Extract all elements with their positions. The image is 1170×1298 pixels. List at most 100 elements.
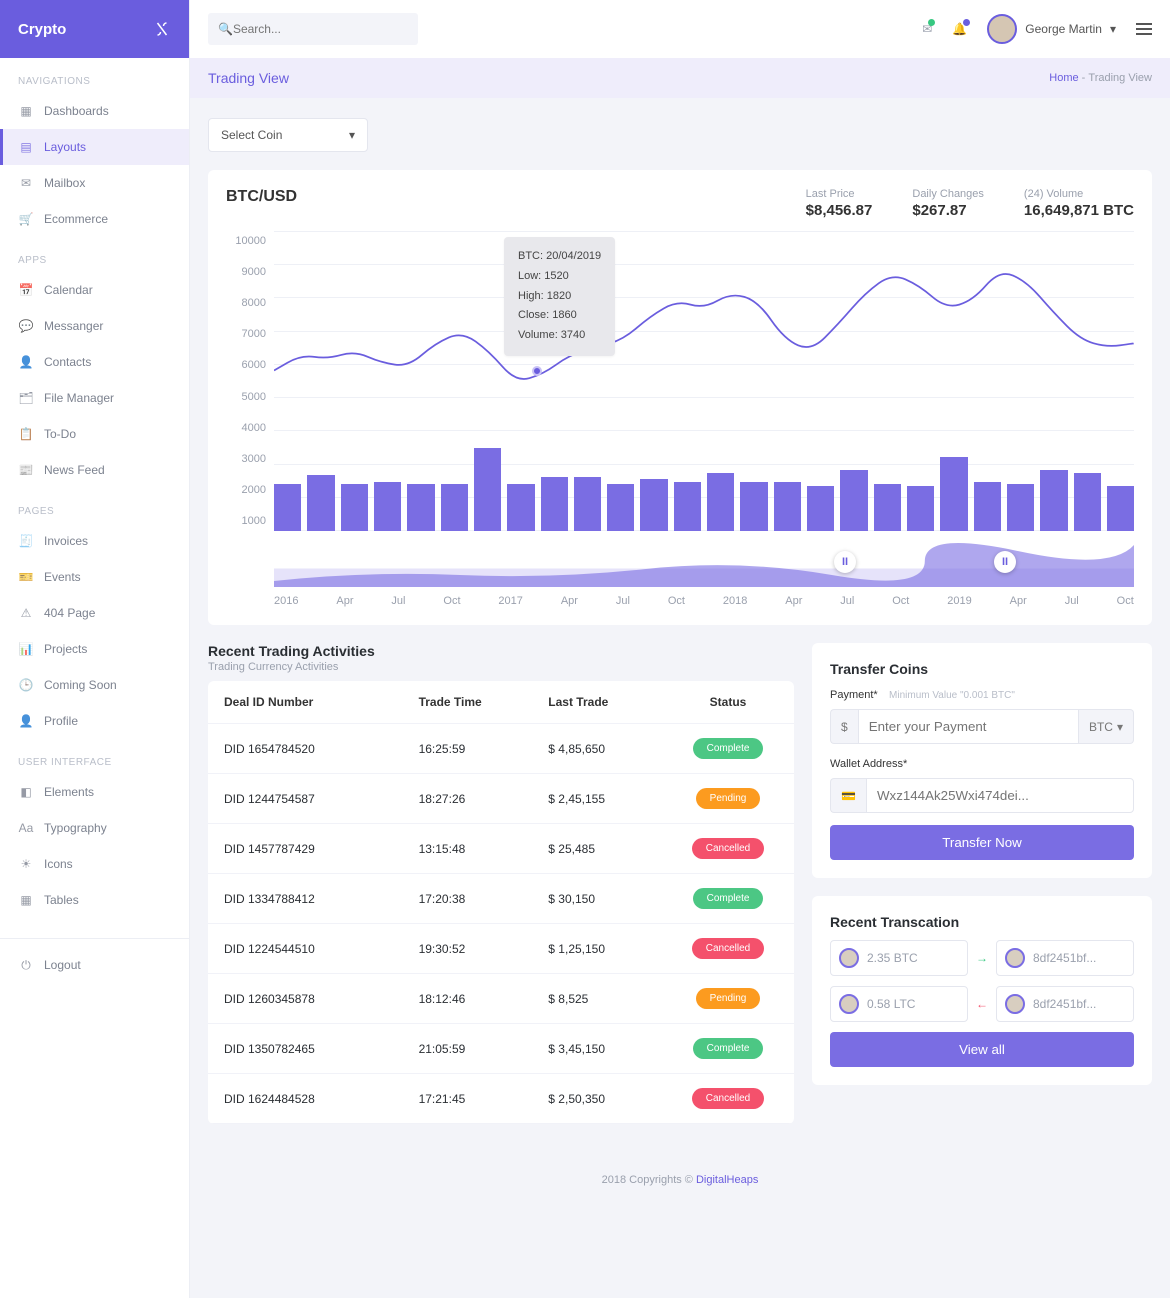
recent-tx-title: Recent Transcation	[830, 914, 1134, 930]
avatar	[1005, 948, 1025, 968]
table-row[interactable]: DID 1334788412 17:20:38 $ 30,150 Complet…	[208, 874, 794, 924]
transfer-title: Transfer Coins	[830, 661, 1134, 677]
nav-events[interactable]: 🎫Events	[0, 559, 189, 595]
tx-amount[interactable]: 2.35 BTC	[830, 940, 968, 976]
crumb-home[interactable]: Home	[1049, 72, 1078, 84]
chevron-down-icon: ▾	[349, 128, 355, 142]
nav-newsfeed[interactable]: 📰News Feed	[0, 452, 189, 488]
tx-row: 0.58 LTC ← 8df2451bf...	[830, 986, 1134, 1022]
nav-filemanager[interactable]: 🗂File Manager	[0, 380, 189, 416]
nav-section-apps: APPS	[0, 237, 189, 272]
chart-tooltip: BTC: 20/04/2019 Low: 1520 High: 1820 Clo…	[504, 237, 615, 356]
nav-section-pages: PAGES	[0, 488, 189, 523]
tx-address[interactable]: 8df2451bf...	[996, 986, 1134, 1022]
tx-address[interactable]: 8df2451bf...	[996, 940, 1134, 976]
status-badge: Pending	[696, 988, 761, 1009]
wallet-label: Wallet Address*	[830, 758, 907, 770]
view-all-button[interactable]: View all	[830, 1032, 1134, 1067]
chart-brush[interactable]: II II	[274, 541, 1134, 587]
search-box[interactable]: 🔍	[208, 13, 418, 45]
mail-dot-icon	[928, 19, 935, 26]
nav-404[interactable]: ⚠404 Page	[0, 595, 189, 631]
clock-icon: 🕒	[18, 677, 34, 693]
nav-elements[interactable]: ◧Elements	[0, 774, 189, 810]
wallet-icon: 💳	[830, 778, 866, 813]
nav-icons[interactable]: ☀Icons	[0, 846, 189, 882]
power-icon: ⏻	[18, 957, 34, 973]
breadcrumb: Home - Trading View	[1049, 72, 1152, 84]
nav-contacts[interactable]: 👤Contacts	[0, 344, 189, 380]
table-row[interactable]: DID 1654784520 16:25:59 $ 4,85,650 Compl…	[208, 724, 794, 774]
table-row[interactable]: DID 1350782465 21:05:59 $ 3,45,150 Compl…	[208, 1024, 794, 1074]
nav-calendar[interactable]: 📅Calendar	[0, 272, 189, 308]
nav-mailbox[interactable]: ✉Mailbox	[0, 165, 189, 201]
status-badge: Pending	[696, 788, 761, 809]
chat-icon: 💬	[18, 318, 34, 334]
activities-section: Recent Trading Activities Trading Curren…	[208, 643, 794, 1124]
chart-y-axis: 1000090008000700060005000400030002000100…	[226, 231, 266, 531]
nav-invoices[interactable]: 🧾Invoices	[0, 523, 189, 559]
tx-row: 2.35 BTC → 8df2451bf...	[830, 940, 1134, 976]
avatar	[839, 994, 859, 1014]
brush-handle-right[interactable]: II	[994, 551, 1016, 573]
search-input[interactable]	[233, 22, 408, 36]
payment-input[interactable]	[858, 709, 1079, 744]
nav-layouts[interactable]: ▤Layouts	[0, 129, 189, 165]
nav-profile[interactable]: 👤Profile	[0, 703, 189, 739]
user-menu[interactable]: George Martin ▾	[987, 14, 1116, 44]
avatar	[1005, 994, 1025, 1014]
table-row[interactable]: DID 1260345878 18:12:46 $ 8,525 Pending	[208, 974, 794, 1024]
hamburger-button[interactable]	[1136, 23, 1152, 35]
last-price-value: $8,456.87	[806, 202, 873, 219]
nav-comingsoon[interactable]: 🕒Coming Soon	[0, 667, 189, 703]
nav-tables[interactable]: ▦Tables	[0, 882, 189, 918]
avatar	[839, 948, 859, 968]
nav-logout[interactable]: ⏻Logout	[0, 947, 189, 983]
footer: 2018 Copyrights © DigitalHeaps	[190, 1144, 1170, 1216]
chart-x-axis: 2016AprJulOct2017AprJulOct2018AprJulOct2…	[274, 595, 1134, 607]
contacts-icon: 👤	[18, 354, 34, 370]
user-icon: 👤	[18, 713, 34, 729]
nav-projects[interactable]: 📊Projects	[0, 631, 189, 667]
arrow-icon: ←	[976, 997, 988, 1011]
avatar	[987, 14, 1017, 44]
icons-icon: ☀	[18, 856, 34, 872]
footer-link[interactable]: DigitalHeaps	[696, 1174, 758, 1186]
mail-button[interactable]: ✉	[922, 22, 932, 36]
table-row[interactable]: DID 1457787429 13:15:48 $ 25,485 Cancell…	[208, 824, 794, 874]
select-coin-dropdown[interactable]: Select Coin ▾	[208, 118, 368, 152]
invoice-icon: 🧾	[18, 533, 34, 549]
main: 🔍 ✉ 🔔 George Martin ▾ Trading View Home …	[190, 0, 1170, 1298]
brush-handle-left[interactable]: II	[834, 551, 856, 573]
arrow-icon: →	[976, 951, 988, 965]
tx-amount[interactable]: 0.58 LTC	[830, 986, 968, 1022]
type-icon: Aa	[18, 820, 34, 836]
transfer-button[interactable]: Transfer Now	[830, 825, 1134, 860]
chevron-down-icon: ▾	[1110, 22, 1116, 36]
brand-title: Crypto	[18, 21, 66, 38]
tools-icon[interactable]	[153, 20, 171, 38]
chart-plot[interactable]: BTC: 20/04/2019 Low: 1520 High: 1820 Clo…	[274, 231, 1134, 531]
activities-subtitle: Trading Currency Activities	[208, 661, 794, 673]
layout-icon: ▤	[18, 139, 34, 155]
dollar-icon: $	[830, 709, 858, 744]
currency-select[interactable]: BTC▾	[1079, 709, 1134, 744]
nav-dashboards[interactable]: ▦Dashboards	[0, 93, 189, 129]
volume-label: (24) Volume	[1024, 188, 1134, 200]
table-header: Deal ID Number Trade Time Last Trade Sta…	[208, 681, 794, 724]
page-header: Trading View Home - Trading View	[190, 58, 1170, 98]
nav-section-navigations: NAVIGATIONS	[0, 58, 189, 93]
nav-todo[interactable]: 📋To-Do	[0, 416, 189, 452]
activities-title: Recent Trading Activities	[208, 643, 794, 659]
nav-ecommerce[interactable]: 🛒Ecommerce	[0, 201, 189, 237]
nav-messanger[interactable]: 💬Messanger	[0, 308, 189, 344]
nav-typography[interactable]: AaTypography	[0, 810, 189, 846]
wallet-input[interactable]	[866, 778, 1134, 813]
table-row[interactable]: DID 1624484528 17:21:45 $ 2,50,350 Cance…	[208, 1074, 794, 1124]
table-row[interactable]: DID 1244754587 18:27:26 $ 2,45,155 Pendi…	[208, 774, 794, 824]
table-row[interactable]: DID 1224544510 19:30:52 $ 1,25,150 Cance…	[208, 924, 794, 974]
page-title: Trading View	[208, 70, 289, 86]
calendar-icon: 📅	[18, 282, 34, 298]
payment-hint: Minimum Value "0.001 BTC"	[889, 690, 1015, 701]
bell-button[interactable]: 🔔	[952, 22, 967, 36]
